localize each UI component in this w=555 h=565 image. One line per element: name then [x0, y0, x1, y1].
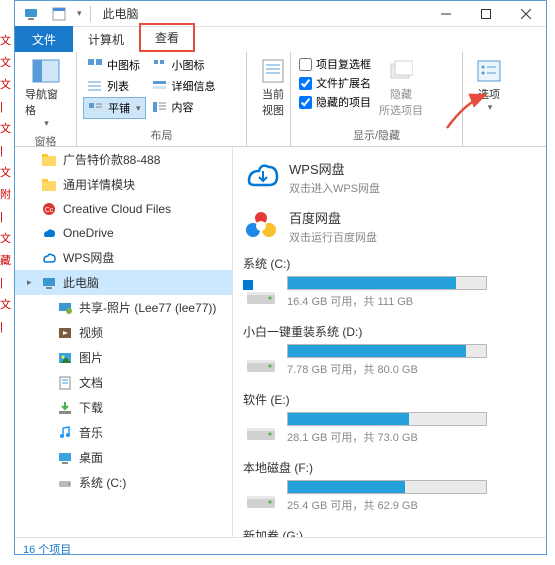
drive-item[interactable]: 新加卷 (G:)	[243, 523, 536, 537]
layout-icon	[87, 78, 103, 94]
current-view-icon	[257, 57, 289, 85]
folder-icon	[41, 152, 57, 168]
layout-icon	[87, 57, 103, 73]
sidebar-item[interactable]: CcCreative Cloud Files	[15, 197, 232, 221]
sidebar-item[interactable]: 视频	[15, 320, 232, 345]
sidebar-item[interactable]: 桌面	[15, 445, 232, 470]
group-label: 显示/隐藏	[297, 125, 456, 146]
layout-icon	[152, 99, 168, 115]
desk-icon	[57, 450, 73, 466]
folder-icon	[41, 177, 57, 193]
maximize-button[interactable]	[466, 1, 506, 27]
status-bar: 16 个项目	[15, 537, 546, 559]
drive-icon	[243, 346, 279, 376]
sidebar-item[interactable]: 图片	[15, 345, 232, 370]
sidebar-item[interactable]: 共享-照片 (Lee77 (lee77))	[15, 295, 232, 320]
nav-pane-button[interactable]: 导航窗格 ▾	[21, 55, 70, 131]
svg-text:Cc: Cc	[45, 207, 54, 214]
current-view-button[interactable]: 当前 视图	[253, 55, 293, 120]
sidebar-item[interactable]: ▸此电脑	[15, 270, 232, 295]
tab-computer[interactable]: 计算机	[73, 26, 139, 52]
layout-item[interactable]: 小图标	[148, 55, 220, 75]
baidu-icon	[243, 208, 279, 244]
close-button[interactable]	[506, 1, 546, 27]
tab-view[interactable]: 查看	[139, 23, 195, 52]
sidebar: 广告特价款88-488通用详情模块CcCreative Cloud FilesO…	[15, 147, 233, 537]
sidebar-item[interactable]: 广告特价款88-488	[15, 147, 232, 172]
layout-icon	[152, 57, 168, 73]
usage-bar	[287, 344, 487, 358]
cloud-item[interactable]: WPS网盘双击进入WPS网盘	[243, 153, 536, 202]
music-icon	[57, 425, 73, 441]
pc-icon	[41, 275, 57, 291]
share-icon	[57, 300, 73, 316]
tab-file[interactable]: 文件	[15, 26, 73, 52]
sidebar-item[interactable]: 系统 (C:)	[15, 470, 232, 495]
drive-icon	[243, 414, 279, 444]
sidebar-item[interactable]: 通用详情模块	[15, 172, 232, 197]
checkbox-0[interactable]: 项目复选框	[297, 55, 373, 73]
nav-pane-icon	[30, 57, 62, 85]
layout-icon	[152, 78, 168, 94]
layout-item[interactable]: 列表	[83, 76, 146, 96]
properties-icon[interactable]	[51, 6, 67, 22]
pic-icon	[57, 350, 73, 366]
qat-dropdown-icon[interactable]: ▾	[77, 8, 82, 19]
main-panel: WPS网盘双击进入WPS网盘百度网盘双击运行百度网盘系统 (C:)16.4 GB…	[233, 147, 546, 537]
usage-bar	[287, 276, 487, 290]
sidebar-item[interactable]: OneDrive	[15, 221, 232, 245]
drive-icon	[57, 475, 73, 491]
hide-selected-button[interactable]: 隐藏 所选项目	[375, 55, 427, 120]
drive-item[interactable]: 小白一键重装系统 (D:)7.78 GB 可用，共 80.0 GB	[243, 319, 536, 387]
sidebar-item[interactable]: 下载	[15, 395, 232, 420]
dl-icon	[57, 400, 73, 416]
wps-icon	[41, 250, 57, 266]
drive-item[interactable]: 系统 (C:)16.4 GB 可用，共 111 GB	[243, 251, 536, 319]
options-icon	[473, 57, 505, 85]
layout-item[interactable]: 详细信息	[148, 76, 220, 96]
sidebar-item[interactable]: 文档	[15, 370, 232, 395]
drive-icon	[243, 482, 279, 512]
layout-item[interactable]: 平铺▾	[83, 97, 146, 119]
minimize-button[interactable]	[426, 1, 466, 27]
layout-icon	[88, 100, 104, 116]
usage-bar	[287, 412, 487, 426]
group-label: 布局	[83, 125, 240, 146]
options-button[interactable]: 选项 ▾	[469, 55, 509, 115]
sidebar-item[interactable]: 音乐	[15, 420, 232, 445]
checkbox-2[interactable]: 隐藏的项目	[297, 93, 373, 111]
drive-item[interactable]: 本地磁盘 (F:)25.4 GB 可用，共 62.9 GB	[243, 455, 536, 523]
pc-icon	[23, 6, 39, 22]
cloud-item[interactable]: 百度网盘双击运行百度网盘	[243, 202, 536, 251]
video-icon	[57, 325, 73, 341]
layout-item[interactable]: 中图标	[83, 55, 146, 75]
hide-icon	[385, 57, 417, 85]
usage-bar	[287, 480, 487, 494]
cc-icon: Cc	[41, 201, 57, 217]
wps-icon	[243, 159, 279, 195]
drive-icon	[243, 278, 279, 308]
window-title: 此电脑	[95, 5, 426, 22]
onedrive-icon	[41, 225, 57, 241]
sidebar-item[interactable]: WPS网盘	[15, 245, 232, 270]
layout-item[interactable]: 内容	[148, 97, 220, 117]
checkbox-1[interactable]: 文件扩展名	[297, 74, 373, 92]
drive-item[interactable]: 软件 (E:)28.1 GB 可用，共 73.0 GB	[243, 387, 536, 455]
doc-icon	[57, 375, 73, 391]
